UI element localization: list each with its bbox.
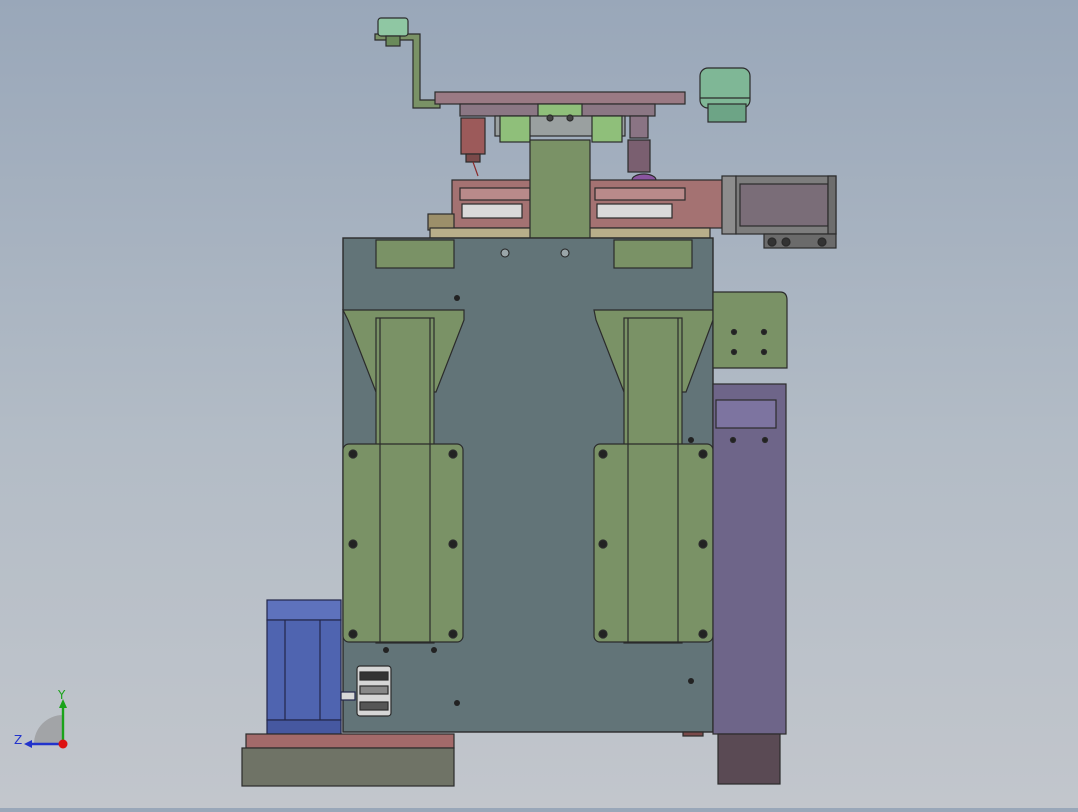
axis-triad: Y Z <box>14 688 68 749</box>
frame-hole <box>688 437 694 443</box>
right-sensor-cylinder <box>627 115 657 187</box>
left-sensor-cylinder <box>460 117 486 177</box>
y-axis-label: Y <box>57 688 66 702</box>
frame-hole <box>454 700 460 706</box>
frame-hole <box>383 647 389 653</box>
origin-point <box>58 739 68 749</box>
base-platform <box>241 733 455 787</box>
servo-motor-right <box>721 175 837 249</box>
top-left-slot <box>375 239 455 269</box>
frame-hole <box>560 248 570 258</box>
pulley-wheel <box>699 67 751 123</box>
center-column <box>529 139 591 239</box>
frame-hole <box>500 248 510 258</box>
frame-hole <box>431 647 437 653</box>
right-mount-plate <box>712 291 788 369</box>
top-right-slot <box>613 239 693 269</box>
frame-hole <box>688 678 694 684</box>
z-axis-label: Z <box>14 733 22 747</box>
bottom-drive-motor <box>266 599 356 735</box>
machine-assembly-drawing: Y Z <box>14 17 837 787</box>
terminal-block <box>356 665 392 717</box>
right-support-bracket <box>593 309 714 644</box>
frame-hole <box>454 295 460 301</box>
upper-bracket-arm <box>374 17 441 109</box>
cad-viewport[interactable]: Y Z <box>0 0 1078 808</box>
